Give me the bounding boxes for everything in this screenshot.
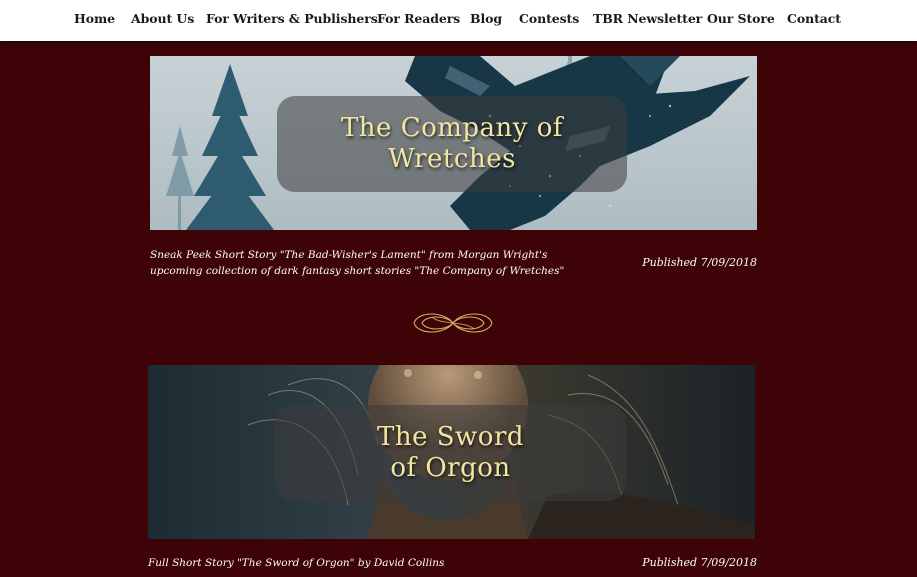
post-published-date: Published 7/09/2018 — [642, 256, 757, 269]
infinity-flourish-icon — [413, 313, 493, 333]
nav-our-store[interactable]: Our Store — [707, 11, 775, 26]
nav-for-writers-publishers[interactable]: For Writers & Publishers — [206, 11, 378, 26]
post-published-date: Published 7/09/2018 — [642, 556, 757, 569]
nav-blog[interactable]: Blog — [470, 11, 502, 26]
post-title-overlay: The Sword of Orgon — [275, 405, 626, 501]
nav-tbr-newsletter[interactable]: TBR Newsletter — [593, 11, 702, 26]
ornamental-divider — [410, 309, 496, 341]
post-caption: Sneak Peek Short Story "The Bad-Wisher's… — [150, 249, 565, 277]
post-title[interactable]: The Sword of Orgon — [377, 422, 524, 484]
nav-contact[interactable]: Contact — [787, 11, 841, 26]
nav-home[interactable]: Home — [74, 11, 115, 26]
post-banner-image[interactable]: The Sword of Orgon — [148, 365, 755, 539]
post-title[interactable]: The Company of Wretches — [341, 113, 563, 175]
nav-about-us[interactable]: About Us — [131, 11, 194, 26]
nav-contests[interactable]: Contests — [519, 11, 579, 26]
post-title-overlay: The Company of Wretches — [277, 96, 627, 192]
top-navigation: Home About Us For Writers & Publishers F… — [0, 0, 917, 41]
post-caption: Full Short Story "The Sword of Orgon" by… — [148, 557, 445, 569]
nav-for-readers[interactable]: For Readers — [377, 11, 460, 26]
post-banner-image[interactable]: The Company of Wretches — [150, 56, 757, 230]
